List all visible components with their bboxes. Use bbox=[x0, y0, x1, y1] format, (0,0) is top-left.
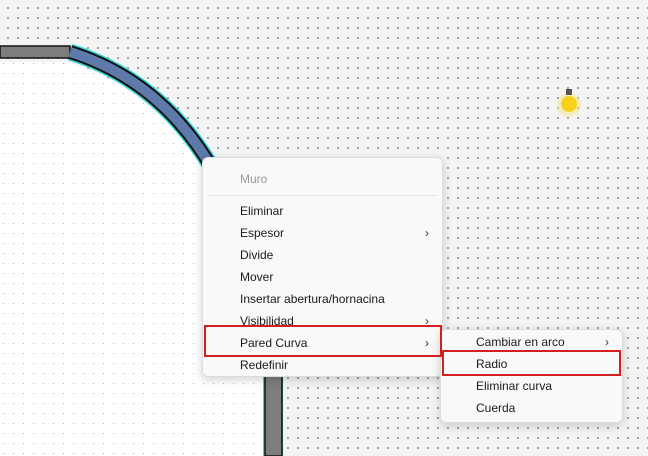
context-menu-header: Muro bbox=[204, 168, 441, 190]
menu-item-label: Insertar abertura/hornacina bbox=[240, 292, 385, 306]
context-menu-header-label: Muro bbox=[240, 172, 268, 186]
submenu-item-eliminar-curva[interactable]: Eliminar curva bbox=[442, 375, 621, 397]
menu-item-eliminar[interactable]: Eliminar bbox=[204, 200, 441, 222]
light-bulb-base bbox=[566, 89, 572, 95]
submenu-item-label: Eliminar curva bbox=[476, 379, 553, 393]
vertical-wall[interactable] bbox=[264, 374, 283, 456]
menu-item-redefinir[interactable]: Redefinir bbox=[204, 354, 441, 376]
menu-item-insertar-abertura[interactable]: Insertar abertura/hornacina bbox=[204, 288, 441, 310]
menu-item-label: Mover bbox=[240, 270, 274, 284]
pared-curva-submenu: Cambiar en arco › Radio Eliminar curva C… bbox=[440, 329, 623, 423]
menu-item-label: Divide bbox=[240, 248, 274, 262]
chevron-right-icon: › bbox=[425, 226, 429, 240]
menu-item-label: Redefinir bbox=[240, 358, 289, 372]
submenu-item-label: Cuerda bbox=[476, 401, 516, 415]
highlight-box-pared-curva bbox=[204, 325, 442, 357]
menu-item-divide[interactable]: Divide bbox=[204, 244, 441, 266]
highlight-box-radio bbox=[442, 350, 621, 376]
context-menu-separator bbox=[208, 195, 437, 196]
menu-item-label: Eliminar bbox=[240, 204, 284, 218]
straight-wall-top[interactable] bbox=[0, 45, 71, 59]
menu-item-mover[interactable]: Mover bbox=[204, 266, 441, 288]
menu-item-espesor[interactable]: Espesor › bbox=[204, 222, 441, 244]
menu-item-label: Espesor bbox=[240, 226, 285, 240]
light-bulb-icon[interactable] bbox=[561, 96, 577, 112]
submenu-item-label: Cambiar en arco bbox=[476, 335, 565, 349]
submenu-item-cuerda[interactable]: Cuerda bbox=[442, 397, 621, 419]
